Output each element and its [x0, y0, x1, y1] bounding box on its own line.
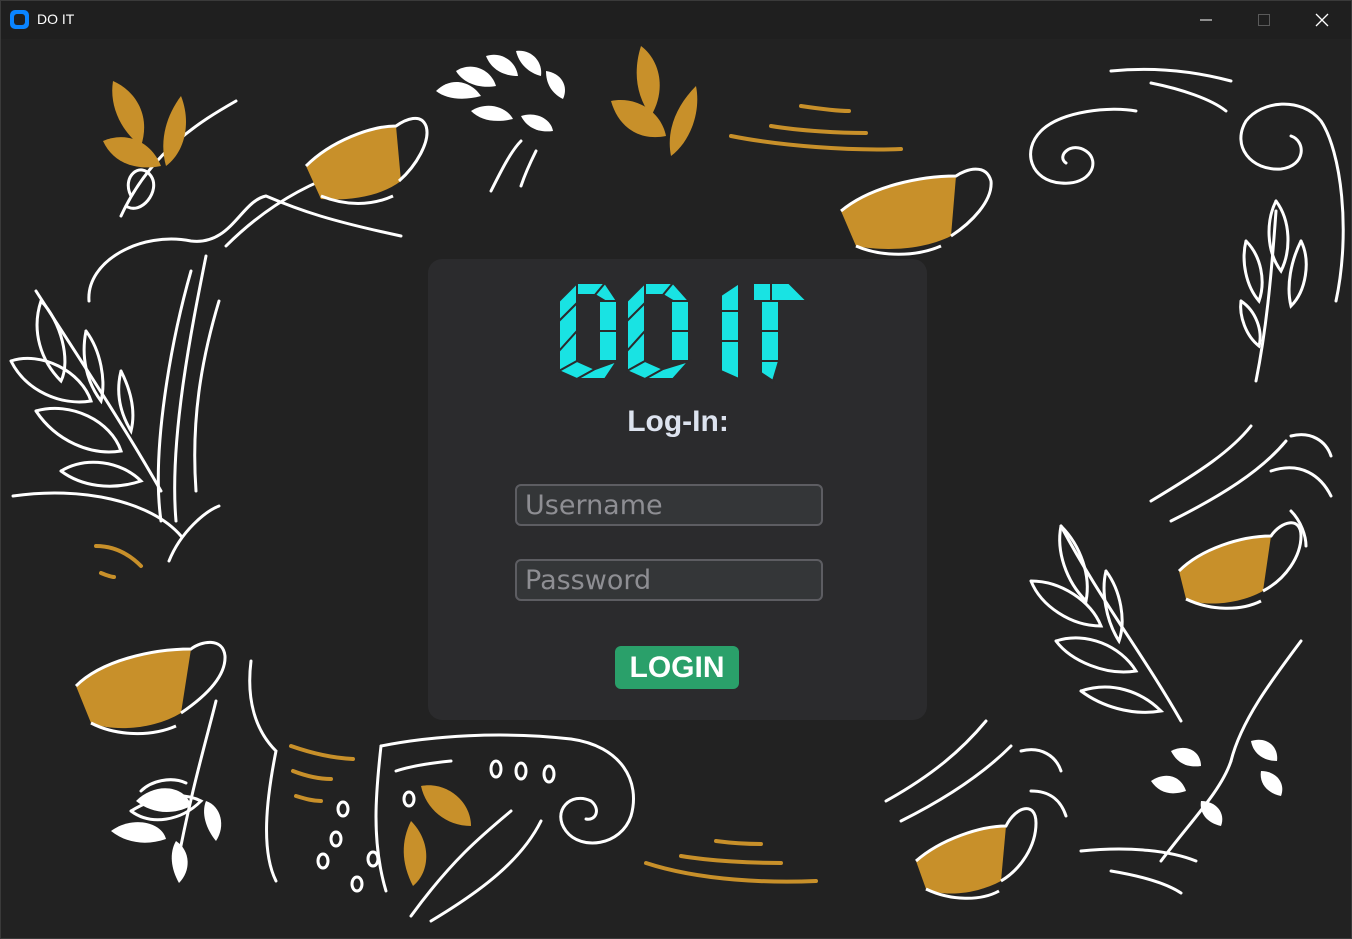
- app-icon: [10, 10, 29, 29]
- login-button[interactable]: LOGIN: [615, 646, 739, 689]
- minimize-icon: [1200, 19, 1212, 21]
- close-button[interactable]: [1293, 1, 1351, 39]
- minimize-button[interactable]: [1177, 1, 1235, 39]
- title-bar: DO IT: [1, 1, 1351, 39]
- do-it-logo: [557, 281, 809, 383]
- password-input[interactable]: [515, 559, 823, 601]
- maximize-icon: [1258, 14, 1270, 26]
- login-heading: Log-In:: [627, 405, 729, 438]
- app-window: DO IT Log-In: Username LOGIN: [0, 0, 1352, 939]
- window-title: DO IT: [37, 11, 75, 27]
- close-icon: [1315, 13, 1329, 27]
- username-input[interactable]: [515, 484, 823, 526]
- maximize-button[interactable]: [1235, 1, 1293, 39]
